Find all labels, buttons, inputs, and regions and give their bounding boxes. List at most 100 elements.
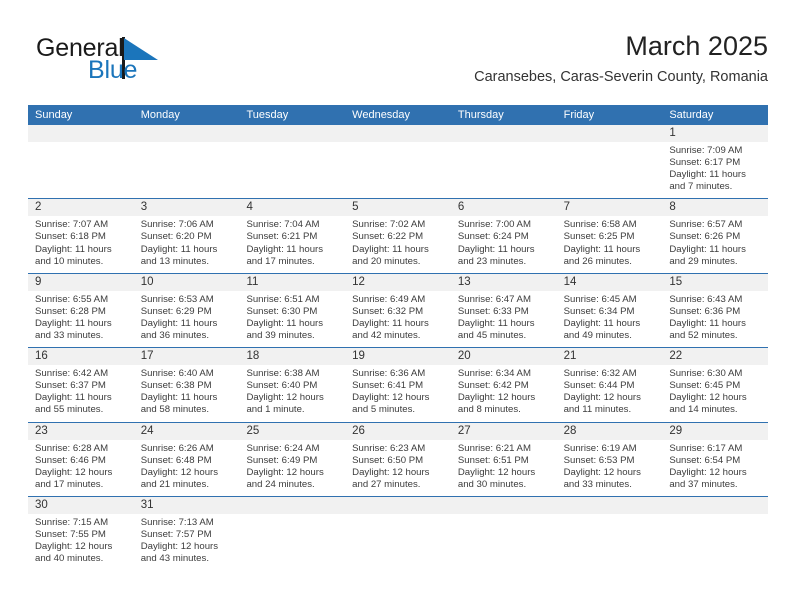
weekday-saturday: Saturday bbox=[669, 109, 714, 121]
day-daylight1-text: Daylight: 12 hours bbox=[669, 392, 747, 404]
day-sun-info bbox=[557, 142, 663, 150]
calendar-day-cell[interactable]: 13 Sunrise: 6:47 AM Sunset: 6:33 PM Dayligh… bbox=[450, 273, 557, 347]
day-sun-info: Sunrise: 7:04 AM Sunset: 6:21 PM Daylight:… bbox=[239, 216, 345, 272]
calendar-day-cell[interactable]: 22 Sunrise: 6:30 AM Sunset: 6:45 PM Dayligh… bbox=[662, 348, 769, 421]
day-sunset-text: Sunset: 6:34 PM bbox=[563, 305, 635, 317]
calendar-day-cell[interactable]: 16 Sunrise: 6:42 AM Sunset: 6:37 PM Dayligh… bbox=[28, 348, 134, 421]
calendar-day-cell[interactable]: 18 Sunrise: 6:38 AM Sunset: 6:40 PM Dayligh… bbox=[239, 348, 346, 421]
day-daylight2-text: and 33 minutes. bbox=[563, 478, 632, 490]
calendar-day-cell[interactable]: 27 Sunrise: 6:21 AM Sunset: 6:51 PM Dayligh… bbox=[450, 422, 557, 496]
calendar-day-cell[interactable]: 1 Sunrise: 7:09 AM Sunset: 6:17 PM Daylight… bbox=[662, 125, 769, 198]
day-daylight2-text: and 20 minutes. bbox=[352, 255, 421, 267]
day-sun-info: Sunrise: 6:19 AM Sunset: 6:53 PM Daylight:… bbox=[557, 440, 663, 496]
calendar-day-cell[interactable]: 7 Sunrise: 6:58 AM Sunset: 6:25 PM Daylight… bbox=[556, 199, 663, 272]
calendar-day-cell-empty bbox=[28, 125, 134, 198]
day-sun-info: Sunrise: 6:43 AM Sunset: 6:36 PM Daylight:… bbox=[662, 291, 768, 347]
calendar-day-cell[interactable]: 3 Sunrise: 7:06 AM Sunset: 6:20 PM Daylight… bbox=[133, 199, 240, 272]
day-daylight2-text: and 13 minutes. bbox=[140, 255, 209, 267]
day-sunset-text: Sunset: 6:30 PM bbox=[246, 305, 318, 317]
day-sun-info: Sunrise: 6:28 AM Sunset: 6:46 PM Daylight:… bbox=[28, 440, 134, 496]
day-sunset-text: Sunset: 6:54 PM bbox=[669, 454, 741, 466]
day-number: 22 bbox=[662, 348, 769, 366]
day-number: 30 bbox=[28, 496, 134, 514]
day-sun-info: Sunrise: 6:49 AM Sunset: 6:32 PM Daylight:… bbox=[345, 291, 451, 347]
day-sunset-text: Sunset: 6:50 PM bbox=[352, 454, 424, 466]
calendar-day-cell[interactable]: 8 Sunrise: 6:57 AM Sunset: 6:26 PM Daylight… bbox=[662, 199, 769, 272]
calendar-day-cell-empty bbox=[450, 496, 557, 570]
calendar-day-cell[interactable]: 17 Sunrise: 6:40 AM Sunset: 6:38 PM Dayligh… bbox=[133, 348, 240, 421]
day-number: 31 bbox=[133, 496, 240, 514]
calendar-day-cell[interactable]: 15 Sunrise: 6:43 AM Sunset: 6:36 PM Dayligh… bbox=[662, 273, 769, 347]
calendar-day-cell[interactable]: 31 Sunrise: 7:13 AM Sunset: 7:57 PM Dayligh… bbox=[133, 496, 240, 570]
day-number: 5 bbox=[345, 199, 451, 217]
day-daylight1-text: Daylight: 12 hours bbox=[669, 466, 747, 478]
calendar-day-cell[interactable]: 23 Sunrise: 6:28 AM Sunset: 6:46 PM Dayligh… bbox=[28, 422, 134, 496]
day-number: 2 bbox=[28, 199, 134, 217]
weekday-tuesday: Tuesday bbox=[246, 109, 289, 121]
calendar-day-cell[interactable]: 6 Sunrise: 7:00 AM Sunset: 6:24 PM Daylight… bbox=[450, 199, 557, 272]
day-sun-info: Sunrise: 6:32 AM Sunset: 6:44 PM Daylight:… bbox=[557, 365, 663, 421]
calendar-day-cell[interactable]: 26 Sunrise: 6:23 AM Sunset: 6:50 PM Dayligh… bbox=[345, 422, 451, 496]
day-number bbox=[28, 125, 134, 142]
calendar-day-cell[interactable]: 9 Sunrise: 6:55 AM Sunset: 6:28 PM Daylight… bbox=[28, 273, 134, 347]
day-sun-info bbox=[239, 142, 345, 150]
calendar-week-row: 23 Sunrise: 6:28 AM Sunset: 6:46 PM Dayligh… bbox=[28, 422, 769, 497]
day-number: 27 bbox=[450, 422, 557, 440]
day-sun-info: Sunrise: 6:17 AM Sunset: 6:54 PM Daylight:… bbox=[662, 440, 768, 496]
day-sunrise-text: Sunrise: 7:00 AM bbox=[457, 219, 531, 231]
calendar-day-cell[interactable]: 20 Sunrise: 6:34 AM Sunset: 6:42 PM Dayligh… bbox=[450, 348, 557, 421]
calendar-day-cell[interactable]: 2 Sunrise: 7:07 AM Sunset: 6:18 PM Daylight… bbox=[28, 199, 134, 272]
calendar-day-cell[interactable]: 14 Sunrise: 6:45 AM Sunset: 6:34 PM Dayligh… bbox=[556, 273, 663, 347]
calendar-day-cell[interactable]: 21 Sunrise: 6:32 AM Sunset: 6:44 PM Dayligh… bbox=[556, 348, 663, 421]
day-sunrise-text: Sunrise: 6:38 AM bbox=[246, 368, 320, 380]
day-number: 16 bbox=[28, 348, 134, 366]
day-number: 9 bbox=[28, 273, 134, 291]
day-number: 26 bbox=[345, 422, 451, 440]
day-daylight1-text: Daylight: 12 hours bbox=[457, 466, 536, 478]
calendar-day-cell[interactable]: 29 Sunrise: 6:17 AM Sunset: 6:54 PM Dayligh… bbox=[662, 422, 769, 496]
day-sun-info bbox=[557, 514, 663, 522]
calendar-day-cell[interactable]: 25 Sunrise: 6:24 AM Sunset: 6:49 PM Dayligh… bbox=[239, 422, 346, 496]
calendar-day-cell[interactable]: 4 Sunrise: 7:04 AM Sunset: 6:21 PM Daylight… bbox=[239, 199, 346, 272]
calendar-day-cell[interactable]: 24 Sunrise: 6:26 AM Sunset: 6:48 PM Dayligh… bbox=[133, 422, 240, 496]
calendar-week-row: 16 Sunrise: 6:42 AM Sunset: 6:37 PM Dayligh… bbox=[28, 348, 769, 423]
calendar-day-cell[interactable]: 5 Sunrise: 7:02 AM Sunset: 6:22 PM Daylight… bbox=[345, 199, 451, 272]
day-sun-info: Sunrise: 6:45 AM Sunset: 6:34 PM Daylight:… bbox=[557, 291, 663, 347]
calendar-day-cell[interactable]: 30 Sunrise: 7:15 AM Sunset: 7:55 PM Dayligh… bbox=[28, 496, 134, 570]
day-daylight1-text: Daylight: 12 hours bbox=[563, 466, 641, 478]
day-daylight2-text: and 17 minutes. bbox=[35, 478, 104, 490]
day-sunrise-text: Sunrise: 6:23 AM bbox=[352, 442, 426, 454]
day-sunrise-text: Sunrise: 6:53 AM bbox=[140, 293, 214, 305]
day-sun-info: Sunrise: 6:53 AM Sunset: 6:29 PM Daylight:… bbox=[134, 291, 240, 347]
day-sunset-text: Sunset: 7:57 PM bbox=[140, 528, 212, 540]
calendar-week-row: 9 Sunrise: 6:55 AM Sunset: 6:28 PM Daylight… bbox=[28, 273, 769, 349]
day-sunset-text: Sunset: 6:42 PM bbox=[457, 380, 529, 392]
day-daylight2-text: and 21 minutes. bbox=[140, 478, 209, 490]
day-sunset-text: Sunset: 6:41 PM bbox=[352, 380, 424, 392]
calendar-day-cell[interactable]: 10 Sunrise: 6:53 AM Sunset: 6:29 PM Dayligh… bbox=[133, 273, 240, 347]
day-daylight1-text: Daylight: 12 hours bbox=[140, 466, 219, 478]
day-daylight2-text: and 23 minutes. bbox=[457, 255, 527, 267]
day-sunrise-text: Sunrise: 6:47 AM bbox=[457, 293, 531, 305]
day-sun-info: Sunrise: 6:47 AM Sunset: 6:33 PM Daylight:… bbox=[451, 291, 557, 347]
day-number: 25 bbox=[239, 422, 346, 440]
calendar-day-cell[interactable]: 28 Sunrise: 6:19 AM Sunset: 6:53 PM Dayligh… bbox=[556, 422, 663, 496]
day-sun-info: Sunrise: 7:00 AM Sunset: 6:24 PM Daylight:… bbox=[451, 216, 557, 272]
day-sunset-text: Sunset: 6:53 PM bbox=[563, 454, 635, 466]
day-sunrise-text: Sunrise: 6:57 AM bbox=[669, 219, 743, 231]
day-sunrise-text: Sunrise: 6:36 AM bbox=[352, 368, 426, 380]
day-sunset-text: Sunset: 6:51 PM bbox=[457, 454, 529, 466]
day-sun-info: Sunrise: 6:57 AM Sunset: 6:26 PM Daylight:… bbox=[662, 216, 768, 272]
calendar-day-cell[interactable]: 19 Sunrise: 6:36 AM Sunset: 6:41 PM Dayligh… bbox=[345, 348, 451, 421]
calendar-day-cell[interactable]: 12 Sunrise: 6:49 AM Sunset: 6:32 PM Dayligh… bbox=[345, 273, 451, 347]
day-daylight1-text: Daylight: 11 hours bbox=[669, 317, 746, 329]
calendar-day-cell[interactable]: 11 Sunrise: 6:51 AM Sunset: 6:30 PM Dayligh… bbox=[239, 273, 346, 347]
day-daylight2-text: and 8 minutes. bbox=[457, 404, 521, 416]
day-daylight2-text: and 27 minutes. bbox=[352, 478, 421, 490]
calendar-day-cell-empty bbox=[239, 125, 346, 198]
day-sunset-text: Sunset: 6:25 PM bbox=[563, 231, 635, 243]
day-sun-info: Sunrise: 7:06 AM Sunset: 6:20 PM Daylight:… bbox=[134, 216, 240, 272]
day-number: 13 bbox=[450, 273, 557, 291]
weekday-friday: Friday bbox=[563, 109, 595, 121]
day-sunrise-text: Sunrise: 7:09 AM bbox=[669, 145, 743, 156]
